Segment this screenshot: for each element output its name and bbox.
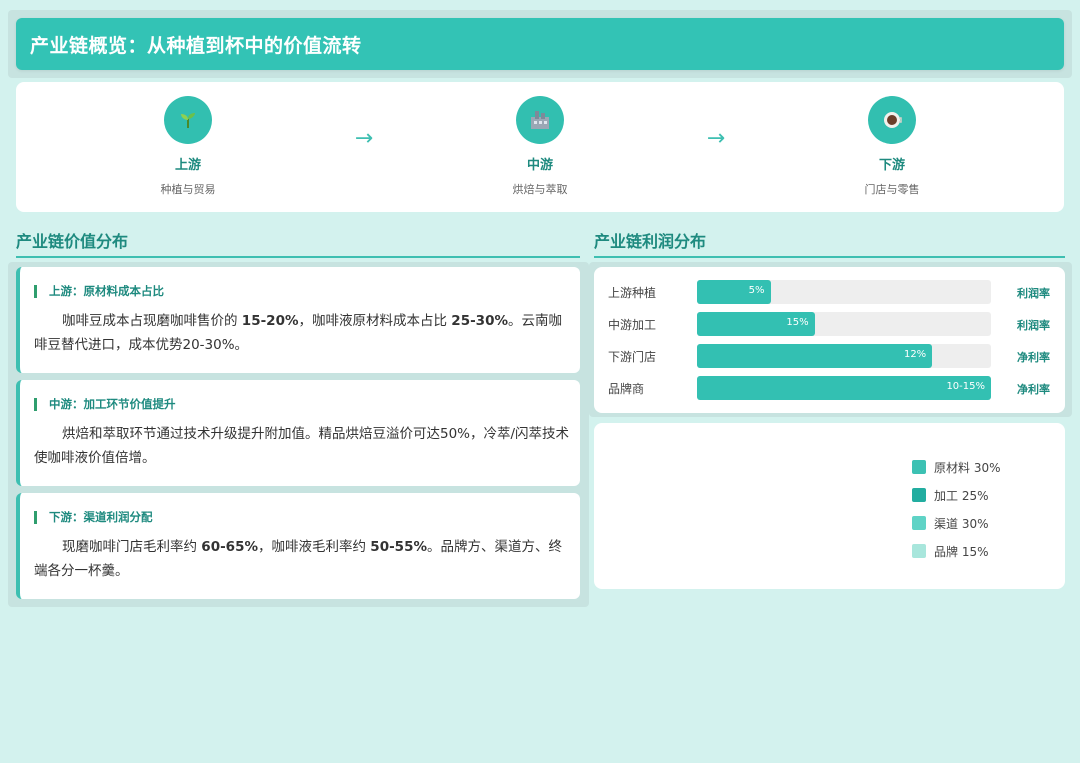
profit-row-label: 上游种植 (608, 286, 657, 300)
legend-item: 品牌 15% (912, 537, 1001, 565)
stage-name: 上游 (174, 158, 201, 173)
value-card-body: 咖啡豆成本占现磨咖啡售价的 15-20%，咖啡液原材料成本占比 25-30%。云… (34, 309, 570, 357)
legend-label: 品牌 15% (934, 544, 989, 559)
stage-downstream: 下游 门店与零售 (832, 96, 952, 197)
body-text: 咖啡豆成本占现磨咖啡售价的 (62, 313, 242, 329)
legend-item: 加工 25% (912, 481, 1001, 509)
legend-swatch (912, 544, 926, 558)
profit-row-type: 利润率 (1017, 287, 1050, 300)
legend: 原材料 30% 加工 25% 渠道 30% 品牌 15% (912, 453, 1001, 565)
profit-bar-track: 12% (697, 344, 991, 368)
chain-flow-card: 上游 种植与贸易 → 中游 烘焙与萃取 → 下游 门店与零售 (16, 82, 1064, 212)
profit-bar-fill: 15% (697, 312, 815, 336)
profit-row: 中游加工 15% 利润率 (594, 312, 1065, 336)
profit-bar-value: 15% (786, 317, 809, 328)
value-panel: 上游：原材料成本占比 咖啡豆成本占现磨咖啡售价的 15-20%，咖啡液原材料成本… (8, 262, 589, 607)
profit-bar-track: 10-15% (697, 376, 991, 400)
profit-row-label: 中游加工 (608, 318, 657, 332)
legend-label: 原材料 30% (934, 460, 1001, 475)
body-text: 烘焙和萃取环节通过技术升级提升附加值。精品烘焙豆溢价可达50%，冷萃/闪萃技术使… (34, 426, 570, 466)
stage-upstream: 上游 种植与贸易 (128, 96, 248, 197)
body-text: ，咖啡液毛利率约 (258, 539, 371, 555)
seedling-icon (164, 96, 212, 144)
profit-bar-value: 5% (748, 285, 765, 296)
legend-label: 加工 25% (934, 488, 989, 503)
stage-name: 下游 (878, 158, 905, 173)
value-card-downstream: 下游：渠道利润分配 现磨咖啡门店毛利率约 60-65%，咖啡液毛利率约 50-5… (16, 493, 580, 599)
stage-subtitle: 门店与零售 (864, 183, 920, 196)
arrow-icon: → (354, 126, 374, 151)
stage-subtitle: 烘焙与萃取 (512, 183, 568, 196)
profit-bar-value: 12% (903, 349, 927, 360)
profit-bar-value: 10-15% (946, 381, 985, 392)
profit-row: 上游种植 5% 利润率 (594, 280, 1065, 304)
profit-row: 下游门店 12% 净利率 (594, 344, 1065, 368)
title-banner: 产业链概览：从种植到杯中的价值流转 (8, 10, 1072, 78)
profit-bars-card: 上游种植 5% 利润率 中游加工 15% 利润率 下游门店 12% 净利率 品牌… (594, 267, 1065, 413)
stage-subtitle: 种植与贸易 (160, 183, 216, 196)
highlight-value: 50-55% (370, 539, 427, 555)
page-title: 产业链概览：从种植到杯中的价值流转 (30, 34, 362, 57)
body-text: ，咖啡液原材料成本占比 (298, 313, 452, 329)
legend-label: 渠道 30% (934, 516, 989, 531)
legend-item: 原材料 30% (912, 453, 1001, 481)
title-bar: 产业链概览：从种植到杯中的价值流转 (16, 18, 1064, 70)
arrow-icon: → (706, 126, 726, 151)
value-card-body: 烘焙和萃取环节通过技术升级提升附加值。精品烘焙豆溢价可达50%，冷萃/闪萃技术使… (34, 422, 570, 470)
profit-row: 品牌商 10-15% 净利率 (594, 376, 1065, 400)
profit-row-label: 下游门店 (608, 350, 657, 364)
stage-midstream: 中游 烘焙与萃取 (480, 96, 600, 197)
profit-row-type: 利润率 (1017, 319, 1050, 332)
value-card-heading: 上游：原材料成本占比 (34, 285, 164, 298)
value-card-midstream: 中游：加工环节价值提升 烘焙和萃取环节通过技术升级提升附加值。精品烘焙豆溢价可达… (16, 380, 580, 486)
factory-icon (516, 96, 564, 144)
value-card-body: 现磨咖啡门店毛利率约 60-65%，咖啡液毛利率约 50-55%。品牌方、渠道方… (34, 535, 570, 583)
profit-bar-fill: 5% (697, 280, 771, 304)
legend-swatch (912, 488, 926, 502)
value-card-upstream: 上游：原材料成本占比 咖啡豆成本占现磨咖啡售价的 15-20%，咖啡液原材料成本… (16, 267, 580, 373)
profit-bar-track: 15% (697, 312, 991, 336)
legend-item: 渠道 30% (912, 509, 1001, 537)
profit-bar-fill: 12% (697, 344, 933, 368)
highlight-value: 15-20% (241, 313, 299, 329)
value-card-heading: 中游：加工环节价值提升 (34, 398, 176, 411)
profit-section-title: 产业链利润分布 (594, 224, 1065, 258)
highlight-value: 25-30% (451, 313, 508, 329)
profit-row-label: 品牌商 (608, 382, 645, 396)
highlight-value: 60-65% (201, 539, 258, 555)
profit-row-type: 净利率 (1017, 351, 1050, 364)
legend-swatch (912, 460, 926, 474)
stage-name: 中游 (526, 158, 553, 173)
distribution-legend-card: 原材料 30% 加工 25% 渠道 30% 品牌 15% (594, 423, 1065, 589)
value-section-title: 产业链价值分布 (16, 224, 580, 258)
coffee-cup-icon (868, 96, 916, 144)
value-card-heading: 下游：渠道利润分配 (34, 511, 153, 524)
profit-row-type: 净利率 (1017, 383, 1050, 396)
body-text: 现磨咖啡门店毛利率约 (62, 539, 202, 555)
profit-bar-track: 5% (697, 280, 991, 304)
page: 产业链概览：从种植到杯中的价值流转 上游 种植与贸易 → 中游 烘焙与萃取 → … (0, 0, 1080, 763)
profit-bar-fill: 10-15% (697, 376, 991, 400)
legend-swatch (912, 516, 926, 530)
